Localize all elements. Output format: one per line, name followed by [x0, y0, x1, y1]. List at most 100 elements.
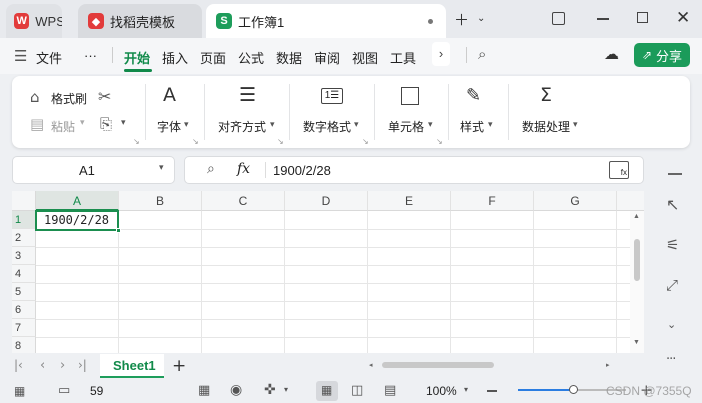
- formula-input[interactable]: 1900/2/28: [273, 163, 331, 178]
- prev-sheet-icon[interactable]: ‹: [40, 358, 45, 373]
- table-icon[interactable]: ▦: [198, 383, 210, 398]
- vertical-scrollbar[interactable]: ▲ ▼: [630, 211, 644, 353]
- paste-icon[interactable]: ▤: [30, 115, 44, 133]
- format-painter-icon[interactable]: ⌂: [30, 88, 40, 106]
- zoom-lookup-icon[interactable]: ⌕: [207, 161, 215, 177]
- paste-button[interactable]: 粘贴: [51, 118, 75, 135]
- cell-button[interactable]: 单元格: [388, 118, 424, 135]
- menu-formula[interactable]: 公式: [238, 48, 264, 67]
- scroll-up-icon[interactable]: ▲: [633, 213, 640, 220]
- row-header[interactable]: 6: [12, 301, 36, 319]
- expand-formula-icon[interactable]: fx: [609, 161, 629, 179]
- maximize-icon[interactable]: [637, 12, 648, 23]
- row-header[interactable]: 4: [12, 265, 36, 283]
- column-header[interactable]: C: [202, 191, 285, 211]
- select-all-corner[interactable]: [12, 191, 36, 211]
- chevron-down-icon[interactable]: ▾: [159, 163, 164, 173]
- chevron-down-icon[interactable]: ⌄: [667, 318, 676, 331]
- spreadsheet-grid[interactable]: A B C D E F G 1 2 3 4 5 6 7 8 1900/2/28: [12, 191, 644, 353]
- cell-a1[interactable]: 1900/2/28: [35, 210, 119, 231]
- transform-icon[interactable]: ⤢: [666, 276, 678, 294]
- chevron-down-icon[interactable]: ▾: [80, 118, 85, 128]
- zoom-slider-thumb[interactable]: [569, 385, 578, 394]
- name-box[interactable]: A1 ▾: [12, 156, 175, 184]
- scroll-thumb[interactable]: [634, 239, 640, 281]
- sheet-tab[interactable]: Sheet1: [100, 354, 164, 378]
- new-tab-icon[interactable]: ＋: [454, 9, 469, 30]
- tab-template[interactable]: ◆ 找稻壳模板: [78, 4, 202, 38]
- column-header[interactable]: B: [119, 191, 202, 211]
- add-sheet-button[interactable]: +: [172, 356, 186, 376]
- restore-window-icon[interactable]: [552, 12, 565, 25]
- horizontal-scroll-thumb[interactable]: [382, 362, 494, 368]
- hamburger-icon[interactable]: ☰: [14, 47, 27, 65]
- column-header[interactable]: [617, 191, 644, 211]
- chevron-down-icon[interactable]: ▾: [121, 118, 126, 128]
- menu-data[interactable]: 数据: [276, 48, 302, 67]
- minimize-icon[interactable]: [597, 18, 609, 20]
- column-header[interactable]: A: [36, 191, 119, 211]
- menu-page[interactable]: 页面: [200, 48, 226, 67]
- menu-scroll-right-icon[interactable]: ›: [432, 42, 450, 66]
- select-cursor-icon[interactable]: ↖: [666, 195, 679, 214]
- menu-file[interactable]: 文件: [36, 48, 62, 67]
- menu-insert[interactable]: 插入: [162, 48, 188, 67]
- scroll-down-icon[interactable]: ▼: [633, 339, 640, 346]
- tab-workbook[interactable]: S 工作簿1: [206, 4, 446, 38]
- menu-view[interactable]: 视图: [352, 48, 378, 67]
- expand-icon[interactable]: ↘: [436, 137, 443, 146]
- column-header[interactable]: G: [534, 191, 617, 211]
- scroll-left-icon[interactable]: ◂: [369, 361, 373, 369]
- format-painter-button[interactable]: 格式刷: [51, 90, 87, 107]
- expand-icon[interactable]: ↘: [133, 137, 140, 146]
- collapse-panel-icon[interactable]: [668, 173, 682, 175]
- copy-icon[interactable]: ⎘: [100, 115, 112, 133]
- adjust-sliders-icon[interactable]: ⚟: [666, 236, 679, 254]
- row-header[interactable]: 7: [12, 319, 36, 337]
- cut-icon[interactable]: ✂: [98, 87, 111, 106]
- menu-tools[interactable]: 工具: [390, 48, 416, 67]
- data-process-button[interactable]: 数据处理: [522, 118, 570, 135]
- row-header[interactable]: 1: [12, 211, 36, 229]
- page-break-icon[interactable]: ▤: [384, 383, 396, 398]
- zoom-slider[interactable]: [518, 389, 574, 391]
- chevron-down-icon[interactable]: ▾: [464, 385, 468, 394]
- zoom-out-icon[interactable]: [487, 390, 497, 392]
- menu-home[interactable]: 开始: [124, 48, 150, 67]
- first-sheet-icon[interactable]: |‹: [14, 358, 23, 372]
- last-sheet-icon[interactable]: ›|: [78, 358, 87, 372]
- cloud-upload-icon[interactable]: ☁: [604, 45, 619, 63]
- page-layout-icon[interactable]: ◫: [351, 383, 363, 398]
- chevron-down-icon[interactable]: ⌄: [477, 13, 485, 24]
- tab-wps[interactable]: W WPS: [6, 4, 62, 38]
- column-header[interactable]: D: [285, 191, 368, 211]
- style-button[interactable]: 样式: [460, 118, 484, 135]
- crosshair-icon[interactable]: ✜: [264, 382, 276, 398]
- unsaved-dot-icon[interactable]: [428, 19, 433, 24]
- search-icon[interactable]: ⌕: [478, 45, 486, 63]
- row-header[interactable]: 5: [12, 283, 36, 301]
- expand-icon[interactable]: ↘: [277, 137, 284, 146]
- fx-icon[interactable]: fx: [237, 161, 250, 177]
- menu-more[interactable]: ···: [84, 48, 97, 63]
- menu-review[interactable]: 审阅: [314, 48, 340, 67]
- zoom-level[interactable]: 100%: [426, 384, 457, 398]
- expand-icon[interactable]: ↘: [192, 137, 199, 146]
- number-format-button[interactable]: 数字格式: [303, 118, 351, 135]
- scroll-right-icon[interactable]: ▸: [606, 361, 610, 369]
- fill-handle[interactable]: [116, 228, 121, 233]
- row-header[interactable]: 2: [12, 229, 36, 247]
- column-header[interactable]: E: [368, 191, 451, 211]
- next-sheet-icon[interactable]: ›: [60, 358, 65, 373]
- row-header[interactable]: 3: [12, 247, 36, 265]
- column-header[interactable]: F: [451, 191, 534, 211]
- close-icon[interactable]: ✕: [676, 8, 690, 28]
- eye-icon[interactable]: ◉: [230, 382, 242, 398]
- normal-view-button[interactable]: ▦: [316, 381, 338, 401]
- chevron-down-icon[interactable]: ▾: [284, 385, 288, 394]
- font-button[interactable]: 字体: [157, 118, 181, 135]
- more-icon[interactable]: ···: [666, 352, 676, 367]
- share-button[interactable]: ⇗ 分享: [634, 43, 690, 67]
- expand-icon[interactable]: ↘: [362, 137, 369, 146]
- align-button[interactable]: 对齐方式: [218, 118, 266, 135]
